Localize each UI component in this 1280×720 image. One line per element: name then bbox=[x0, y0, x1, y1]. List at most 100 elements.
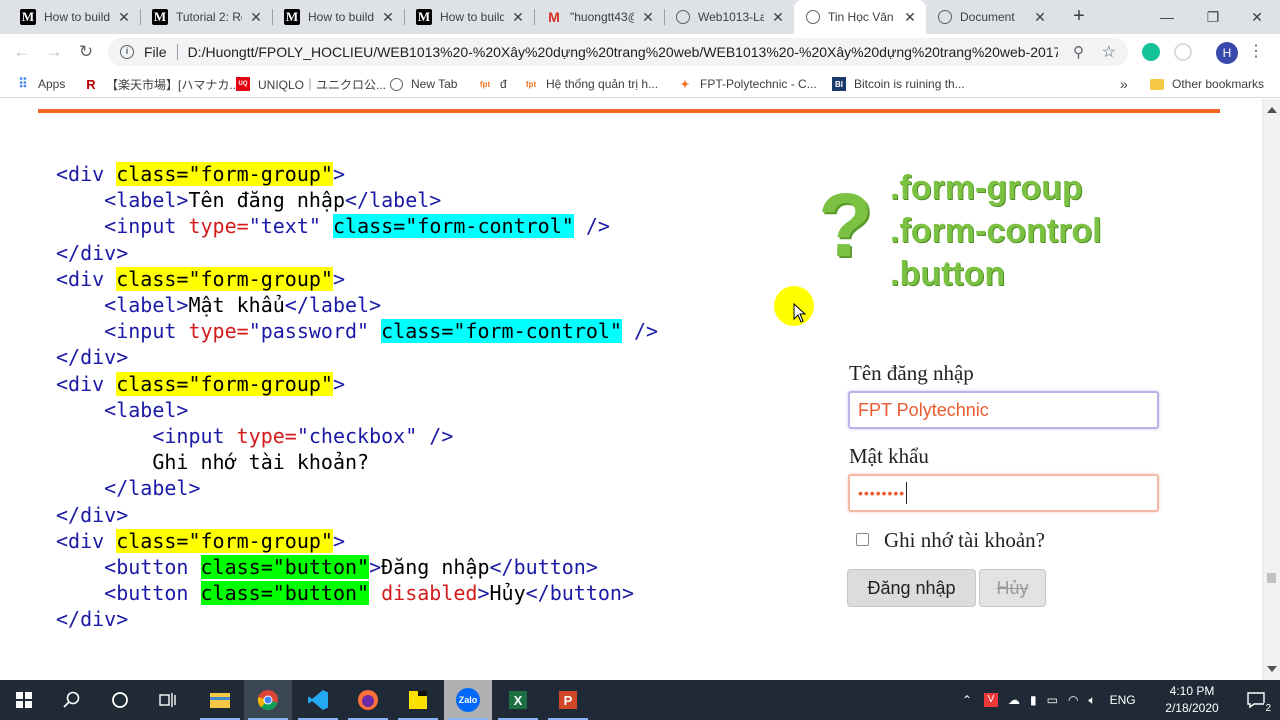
bookmarks-overflow-icon[interactable]: » bbox=[1120, 75, 1128, 93]
scroll-thumb[interactable] bbox=[1267, 573, 1276, 583]
task-view-icon[interactable] bbox=[144, 680, 192, 720]
remember-checkbox[interactable] bbox=[856, 533, 869, 546]
tab-8[interactable]: Document ✕ bbox=[926, 0, 1056, 34]
code-token: class="button" bbox=[200, 555, 370, 580]
excel-icon[interactable]: X bbox=[494, 680, 542, 720]
forward-icon[interactable]: → bbox=[42, 40, 66, 64]
tab-3[interactable]: M How to build ✕ bbox=[272, 0, 404, 34]
close-tab-icon[interactable]: ✕ bbox=[116, 9, 132, 26]
file-explorer-icon[interactable] bbox=[196, 680, 244, 720]
taskbar-clock[interactable]: 4:10 PM 2/18/2020 bbox=[1158, 683, 1226, 717]
reload-icon[interactable]: ↻ bbox=[74, 40, 98, 64]
globe-icon bbox=[390, 77, 403, 91]
menu-kebab-icon[interactable]: ⋮ bbox=[1248, 41, 1264, 63]
bookmark-uniqlo[interactable]: UQ UNIQLO｜ユニクロ公... bbox=[236, 75, 386, 93]
onedrive-icon[interactable]: ☁ bbox=[1008, 693, 1020, 707]
vivaldi-tray-icon[interactable]: V bbox=[984, 693, 998, 707]
tray-overflow-icon[interactable]: ⌃ bbox=[958, 693, 976, 707]
tab-4[interactable]: M How to build ✕ bbox=[404, 0, 534, 34]
code-line: </label> bbox=[56, 475, 658, 501]
wifi-icon[interactable]: ◠ bbox=[1068, 693, 1078, 707]
bookmark-fpt-polytechnic[interactable]: ✦ FPT-Polytechnic - C... bbox=[678, 75, 816, 93]
close-tab-icon[interactable]: ✕ bbox=[248, 9, 264, 26]
code-token: <label> bbox=[104, 188, 189, 213]
chrome-icon[interactable] bbox=[244, 680, 292, 720]
battery-icon[interactable]: ▭ bbox=[1047, 693, 1058, 707]
new-tab-button[interactable]: + bbox=[1068, 6, 1090, 28]
code-line: <label>Mật khẩu</label> bbox=[56, 292, 658, 318]
tab-6[interactable]: Web1013-La ✕ bbox=[664, 0, 794, 34]
scroll-up-icon[interactable] bbox=[1267, 107, 1277, 113]
windows-taskbar: Zalo X P ⌃ V ☁ ▮ ▭ ◠ 🔈︎ ENG 4:10 PM 2/18… bbox=[0, 680, 1280, 720]
code-token: <div bbox=[56, 371, 117, 396]
grammarly-icon[interactable] bbox=[1142, 43, 1160, 61]
restore-icon[interactable]: ❐ bbox=[1190, 0, 1236, 34]
firefox-icon[interactable] bbox=[344, 680, 392, 720]
tab-2[interactable]: M Tutorial 2: Re ✕ bbox=[140, 0, 272, 34]
address-bar[interactable]: i File D:/Huongtt/FPOLY_HOCLIEU/WEB1013%… bbox=[108, 38, 1128, 66]
powerpoint-icon[interactable]: P bbox=[544, 680, 592, 720]
code-line: </div> bbox=[56, 502, 658, 528]
fpt-icon: fpt bbox=[479, 79, 491, 89]
code-token: <input bbox=[152, 424, 237, 449]
cancel-button[interactable]: Hủy bbox=[979, 569, 1046, 607]
start-icon[interactable] bbox=[0, 680, 48, 720]
zalo-label: Zalo bbox=[456, 688, 480, 712]
close-tab-icon[interactable]: ✕ bbox=[510, 9, 526, 26]
login-button[interactable]: Đăng nhập bbox=[847, 569, 976, 607]
vscode-icon[interactable] bbox=[294, 680, 342, 720]
back-icon[interactable]: ← bbox=[10, 40, 34, 64]
vertical-scrollbar[interactable] bbox=[1262, 99, 1280, 680]
info-icon[interactable]: i bbox=[120, 45, 134, 59]
bookmark-label: 【楽天市場】[ハマナカ... bbox=[106, 77, 240, 92]
slide-divider bbox=[38, 109, 1220, 113]
sticky-notes-icon[interactable] bbox=[394, 680, 442, 720]
username-field[interactable]: FPT Polytechnic bbox=[848, 391, 1159, 429]
close-tab-icon[interactable]: ✕ bbox=[640, 9, 656, 26]
bookmark-new-tab[interactable]: New Tab bbox=[390, 75, 457, 93]
close-window-icon[interactable]: ✕ bbox=[1234, 0, 1280, 34]
html-code-listing: <div class="form-group"> <label>Tên đăng… bbox=[56, 161, 658, 633]
url-text[interactable]: D:/Huongtt/FPOLY_HOCLIEU/WEB1013%20-%20X… bbox=[188, 44, 1058, 60]
close-tab-icon[interactable]: ✕ bbox=[902, 9, 918, 26]
tab-title: "huongtt43@ bbox=[570, 10, 634, 24]
bookmark-rakuten[interactable]: R 【楽天市場】[ハマナカ... bbox=[84, 75, 239, 93]
scroll-down-icon[interactable] bbox=[1267, 666, 1277, 672]
close-tab-icon[interactable]: ✕ bbox=[770, 9, 786, 26]
code-line: <input type="checkbox" /> bbox=[56, 423, 658, 449]
tab-1[interactable]: M How to build ✕ bbox=[8, 0, 140, 34]
usb-icon[interactable]: ▮ bbox=[1030, 693, 1037, 707]
extension-icon[interactable] bbox=[1174, 43, 1192, 61]
password-field[interactable]: •••••••• bbox=[848, 474, 1159, 512]
close-tab-icon[interactable]: ✕ bbox=[1032, 9, 1048, 26]
volume-icon[interactable]: 🔈︎ bbox=[1088, 693, 1095, 708]
code-token: class="button" bbox=[200, 581, 370, 606]
zalo-icon[interactable]: Zalo bbox=[444, 680, 492, 720]
profile-avatar[interactable]: H bbox=[1216, 42, 1238, 64]
code-token: > bbox=[332, 528, 346, 553]
uniqlo-icon: UQ bbox=[236, 77, 250, 91]
cortana-icon[interactable] bbox=[96, 680, 144, 720]
minimize-icon[interactable]: — bbox=[1144, 0, 1190, 34]
tab-7-active[interactable]: Tin Học Văn ✕ bbox=[794, 0, 926, 34]
text-caret bbox=[906, 482, 908, 504]
close-tab-icon[interactable]: ✕ bbox=[380, 9, 396, 26]
bookmark-star-icon[interactable]: ☆ bbox=[1102, 42, 1116, 62]
language-indicator[interactable]: ENG bbox=[1110, 693, 1136, 707]
notification-center-icon[interactable]: 2 bbox=[1232, 680, 1280, 720]
code-line: </div> bbox=[56, 240, 658, 266]
bookmark-d[interactable]: fpt đ bbox=[478, 75, 507, 93]
bookmark-bitcoin[interactable]: BI Bitcoin is ruining th... bbox=[832, 75, 965, 93]
search-icon[interactable] bbox=[48, 680, 96, 720]
tab-5[interactable]: M "huongtt43@ ✕ bbox=[534, 0, 664, 34]
system-tray: ⌃ V ☁ ▮ ▭ ◠ 🔈︎ ENG bbox=[958, 680, 1136, 720]
bookmark-apps[interactable]: ⠿ Apps bbox=[16, 75, 65, 93]
bookmark-he-thong[interactable]: fpt Hệ thống quản trị h... bbox=[524, 75, 658, 93]
other-bookmarks[interactable]: Other bookmarks bbox=[1150, 75, 1264, 93]
zoom-icon[interactable]: ⚲ bbox=[1073, 43, 1084, 61]
